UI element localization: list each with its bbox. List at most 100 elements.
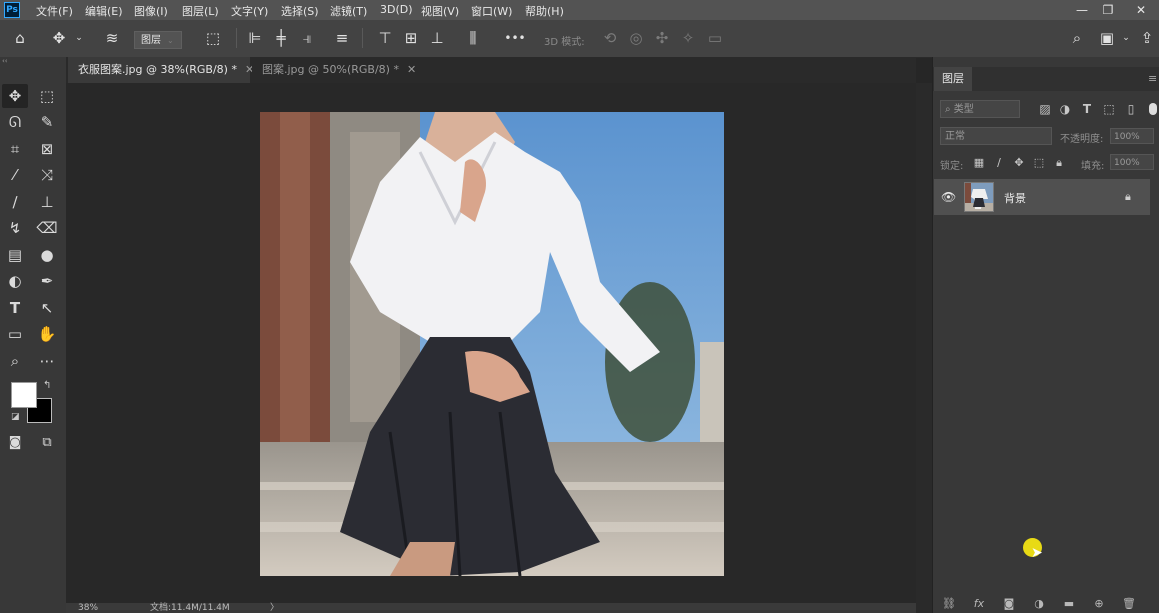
auto-select-layers-icon[interactable]: ≋ bbox=[101, 20, 123, 57]
fill-field[interactable]: 100% bbox=[1110, 154, 1154, 170]
distribute-vertical-icon[interactable]: ⫼ bbox=[464, 20, 482, 57]
close-button[interactable]: ✕ bbox=[1131, 1, 1151, 19]
menu-3d[interactable]: 3D(D) bbox=[380, 3, 413, 16]
adjustment-layer-icon[interactable]: ◑ bbox=[1030, 596, 1048, 612]
restore-button[interactable]: ❐ bbox=[1098, 1, 1118, 19]
foreground-color-swatch[interactable] bbox=[11, 382, 37, 408]
menu-view[interactable]: 视图(V) bbox=[421, 3, 459, 19]
lock-artboard-icon[interactable]: ⬚ bbox=[1031, 155, 1047, 171]
panel-menu-icon[interactable]: ≡ bbox=[1148, 72, 1157, 85]
search-icon[interactable]: ⌕ bbox=[1066, 20, 1088, 57]
healing-tool-icon[interactable]: ⤨ bbox=[34, 163, 60, 187]
move-tool-icon[interactable]: ✥ bbox=[48, 20, 70, 57]
opacity-field[interactable]: 100% bbox=[1110, 128, 1154, 144]
type-tool-icon[interactable]: T bbox=[2, 296, 28, 320]
chevron-down-icon[interactable]: ⌄ bbox=[1120, 20, 1132, 57]
quick-mask-icon[interactable]: ◙ bbox=[2, 431, 28, 455]
tab-clothing-pattern[interactable]: 衣服图案.jpg @ 38%(RGB/8) * ✕ bbox=[68, 57, 254, 83]
trash-icon[interactable]: 🗑︎ bbox=[1120, 596, 1138, 612]
eye-icon[interactable]: 👁︎ bbox=[941, 190, 956, 204]
zoom-level[interactable]: 38% bbox=[78, 603, 98, 613]
lasso-tool-icon[interactable]: ᘏ bbox=[2, 110, 28, 134]
marquee-tool-icon[interactable]: ⬚ bbox=[34, 84, 60, 108]
distribute-icon[interactable]: ≡ bbox=[332, 20, 352, 57]
new-group-icon[interactable]: ▬ bbox=[1060, 596, 1078, 612]
layer-filter-dropdown[interactable]: ⌕ 类型 bbox=[940, 100, 1020, 118]
eyedropper-tool-icon[interactable]: ⁄ bbox=[2, 163, 28, 187]
default-colors-icon[interactable]: ◪ bbox=[11, 412, 20, 422]
minimize-button[interactable]: — bbox=[1072, 1, 1092, 19]
layer-name[interactable]: 背景 bbox=[1004, 190, 1026, 206]
zoom-tool-icon[interactable]: ⌕ bbox=[2, 349, 28, 373]
3d-roll-icon[interactable]: ◎ bbox=[626, 20, 646, 57]
hand-tool-icon[interactable]: ✋ bbox=[34, 322, 60, 346]
smart-object-filter-icon[interactable]: ▯ bbox=[1122, 100, 1140, 118]
align-middle-icon[interactable]: ⊞ bbox=[402, 20, 420, 57]
menu-type[interactable]: 文字(Y) bbox=[231, 3, 268, 19]
blend-mode-dropdown[interactable]: 正常 bbox=[940, 127, 1052, 145]
document-image[interactable] bbox=[260, 112, 724, 576]
3d-pan-icon[interactable]: ✣ bbox=[652, 20, 672, 57]
3d-orbit-icon[interactable]: ⟲ bbox=[600, 20, 620, 57]
3d-camera-icon[interactable]: ▭ bbox=[704, 20, 726, 57]
shape-filter-icon[interactable]: ⬚ bbox=[1100, 100, 1118, 118]
menu-edit[interactable]: 编辑(E) bbox=[85, 3, 123, 19]
screen-mode-icon[interactable]: ⧉ bbox=[34, 431, 60, 455]
move-tool-icon[interactable]: ✥ bbox=[2, 84, 28, 108]
stamp-tool-icon[interactable]: ⊥ bbox=[34, 190, 60, 214]
pixel-filter-icon[interactable]: ▨ bbox=[1036, 100, 1054, 118]
menu-window[interactable]: 窗口(W) bbox=[471, 3, 512, 19]
menu-file[interactable]: 文件(F) bbox=[36, 3, 73, 19]
type-filter-icon[interactable]: T bbox=[1078, 100, 1096, 118]
lock-transparency-icon[interactable]: ▦ bbox=[971, 155, 987, 171]
path-select-icon[interactable]: ↖ bbox=[34, 296, 60, 320]
lock-all-icon[interactable]: 🔒︎ bbox=[1051, 155, 1067, 171]
close-icon[interactable]: ✕ bbox=[407, 63, 416, 76]
menu-select[interactable]: 选择(S) bbox=[281, 3, 319, 19]
menu-layer[interactable]: 图层(L) bbox=[182, 3, 219, 19]
more-options-icon[interactable]: ••• bbox=[502, 20, 528, 57]
align-center-icon[interactable]: ╪ bbox=[272, 20, 290, 57]
more-tools-icon[interactable]: ⋯ bbox=[34, 349, 60, 373]
filter-toggle[interactable] bbox=[1149, 103, 1157, 115]
gradient-tool-icon[interactable]: ▤ bbox=[2, 243, 28, 267]
share-icon[interactable]: ⇪ bbox=[1136, 20, 1158, 57]
history-brush-icon[interactable]: ↯ bbox=[2, 216, 28, 240]
home-icon[interactable]: ⌂ bbox=[8, 20, 32, 57]
rectangle-tool-icon[interactable]: ▭ bbox=[2, 322, 28, 346]
align-bottom-icon[interactable]: ⊥ bbox=[428, 20, 446, 57]
align-left-icon[interactable]: ⊫ bbox=[246, 20, 264, 57]
3d-slide-icon[interactable]: ✧ bbox=[678, 20, 698, 57]
auto-select-dropdown[interactable]: 图层 ⌄ bbox=[134, 31, 182, 49]
adjustment-filter-icon[interactable]: ◑ bbox=[1056, 100, 1074, 118]
tab-pattern[interactable]: 图案.jpg @ 50%(RGB/8) * ✕ bbox=[252, 57, 416, 83]
workspace-icon[interactable]: ▣ bbox=[1096, 20, 1118, 57]
dodge-tool-icon[interactable]: ◐ bbox=[2, 269, 28, 293]
menu-filter[interactable]: 滤镜(T) bbox=[330, 3, 367, 19]
new-layer-icon[interactable]: ⊕ bbox=[1090, 596, 1108, 612]
swap-colors-icon[interactable]: ↰ bbox=[43, 380, 51, 391]
vertical-scrollbar[interactable] bbox=[916, 83, 932, 613]
toolbar-collapse-toggle[interactable]: ‹‹ bbox=[0, 57, 68, 66]
fx-icon[interactable]: fx bbox=[970, 596, 988, 612]
link-layers-icon[interactable]: ⛓︎ bbox=[940, 596, 958, 612]
align-right-icon[interactable]: ⫣ bbox=[298, 20, 316, 57]
lock-label: 锁定: bbox=[940, 161, 964, 172]
chevron-down-icon[interactable]: ⌄ bbox=[72, 20, 86, 57]
lock-position-icon[interactable]: ✥ bbox=[1011, 155, 1027, 171]
pen-tool-icon[interactable]: ✒ bbox=[34, 269, 60, 293]
tab-layers[interactable]: 图层 bbox=[934, 67, 972, 91]
menu-image[interactable]: 图像(I) bbox=[134, 3, 168, 19]
eraser-tool-icon[interactable]: ⌫ bbox=[34, 216, 60, 240]
blur-tool-icon[interactable]: ● bbox=[34, 243, 60, 267]
crop-tool-icon[interactable]: ⌗ bbox=[2, 137, 28, 161]
lock-pixels-icon[interactable]: ∕ bbox=[991, 155, 1007, 171]
frame-tool-icon[interactable]: ⊠ bbox=[34, 137, 60, 161]
align-top-icon[interactable]: ⊤ bbox=[376, 20, 394, 57]
add-mask-icon[interactable]: ◙ bbox=[1000, 596, 1018, 612]
menu-help[interactable]: 帮助(H) bbox=[525, 3, 564, 19]
transform-controls-icon[interactable]: ⬚ bbox=[201, 20, 225, 57]
brush-tool-icon[interactable]: ∕ bbox=[2, 190, 28, 214]
quick-select-tool-icon[interactable]: ✎ bbox=[34, 110, 60, 134]
status-menu-icon[interactable]: 〉 bbox=[270, 603, 279, 613]
